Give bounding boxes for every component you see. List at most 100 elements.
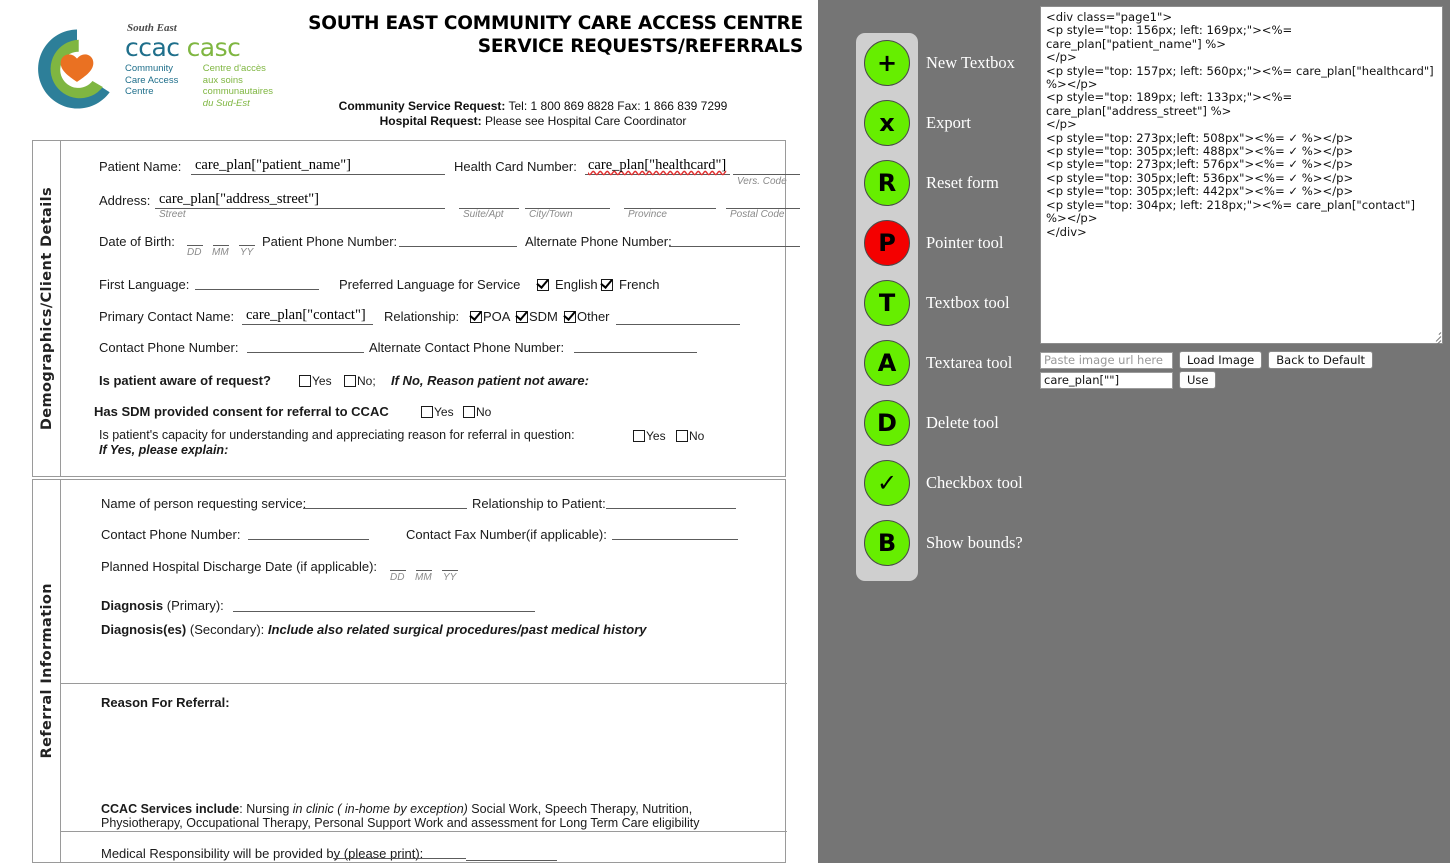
aware-yes-label: Yes [312,374,332,388]
poa-label: POA [483,309,511,324]
dob-yy-hint: YY [240,247,254,258]
logo-fr-line2: aux soins [202,74,243,86]
sdm-consent-no-checkbox[interactable] [463,406,475,418]
aware-yes-checkbox[interactable] [299,375,311,387]
back-to-default-button[interactable]: Back to Default [1268,351,1374,369]
export-x-icon[interactable]: x [864,100,910,146]
tool-label-pointer-tool: Pointer tool [926,233,1004,252]
ccac-services-italic: in clinic ( in-home by exception) [292,802,468,816]
other-label: Other [577,309,610,324]
load-image-button[interactable]: Load Image [1179,351,1263,369]
document-contact-info: Community Service Request: Tel: 1 800 86… [283,99,783,129]
logo-fr-line1: Centre d'accès [202,63,266,74]
address-value[interactable]: care_plan["address_street"] [159,191,319,208]
discharge-mm-rule [416,570,432,571]
suite-hint: Suite/Apt [463,209,504,220]
patient-name-value[interactable]: care_plan["patient_name"] [195,157,351,174]
ccac-services-rest1: : Nursing [239,802,293,816]
referral-contact-phone-label: Contact Phone Number: [101,527,241,542]
diagnosis-secondary-italic: Include also related surgical procedures… [267,622,647,637]
ccac-services-line2: Physiotherapy, Occupational Therapy, Per… [101,816,700,830]
delete-d-icon[interactable]: D [864,400,910,446]
demographics-side-label: Demographics/Client Details [33,141,61,476]
logo-en-line2: Care Access [125,74,179,86]
tool-row-delete-tool: D Delete tool [856,400,1046,446]
contact-fax-rule [612,539,738,540]
contact-fax-label: Contact Fax Number(if applicable): [406,527,607,542]
reset-r-icon[interactable]: R [864,160,910,206]
capacity-no-checkbox[interactable] [676,430,688,442]
tool-label-reset-form: Reset form [926,173,999,192]
logo-en-line3: Centre [125,86,154,97]
medical-responsibility-rule-2 [466,860,557,861]
french-checkbox[interactable] [601,279,613,291]
health-card-value[interactable]: care_plan["healthcard"] [588,157,726,174]
reason-for-referral-label: Reason For Referral: [101,695,230,710]
aware-ifno-label: If No, Reason patient not aware: [391,373,589,388]
other-checkbox[interactable] [564,311,576,323]
document-header: South East ccac casc Community Care Acce… [0,0,818,140]
form-document-page[interactable]: South East ccac casc Community Care Acce… [0,0,818,863]
tool-label-show-bounds: Show bounds? [926,533,1023,552]
sdm-consent-yes-label: Yes [434,405,454,419]
generated-code-textarea[interactable] [1040,6,1443,344]
dob-label: Date of Birth: [99,234,175,249]
preferred-language-label: Preferred Language for Service [339,277,521,292]
alt-phone-label: Alternate Phone Number: [525,234,672,249]
discharge-yy-hint: YY [443,572,457,583]
demographics-section: Demographics/Client Details Patient Name… [32,140,800,477]
textarea-a-icon[interactable]: A [864,340,910,386]
tool-label-export: Export [926,113,971,132]
referral-body: Name of person requesting service: Relat… [61,480,787,862]
referral-divider-2 [61,831,787,832]
poa-checkbox[interactable] [470,311,482,323]
primary-contact-value[interactable]: care_plan["contact"] [246,307,366,324]
binding-controls: Use [1040,371,1217,389]
primary-contact-label: Primary Contact Name: [99,309,235,324]
sdm-consent-yes-checkbox[interactable] [421,406,433,418]
discharge-dd-rule [390,570,406,571]
diagnosis-primary-rest: (Primary): [163,598,224,613]
tool-row-checkbox-tool: ✓ Checkbox tool [856,460,1046,506]
bounds-b-icon[interactable]: B [864,520,910,566]
textbox-t-icon[interactable]: T [864,280,910,326]
plus-icon[interactable]: + [864,40,910,86]
diagnosis-secondary-rest: (Secondary): [186,622,265,637]
logo-en-line1: Community [125,63,174,74]
demographics-side-label-text: Demographics/Client Details [38,186,55,431]
health-card-label: Health Card Number: [454,159,577,174]
capacity-yes-checkbox[interactable] [633,430,645,442]
referral-section: Referral Information Name of person requ… [32,479,787,863]
tool-label-delete-tool: Delete tool [926,413,999,432]
ccac-services-line1: CCAC Services include: Nursing in clinic… [101,802,692,817]
image-url-input[interactable] [1040,351,1173,369]
diagnosis-primary-bold: Diagnosis [101,598,164,613]
contact-phone-rule [247,352,364,353]
relationship-label: Relationship: [384,309,460,324]
patient-phone-rule [399,246,517,247]
aware-no-checkbox[interactable] [344,375,356,387]
checkmark-icon[interactable]: ✓ [864,460,910,506]
dob-mm-hint: MM [212,247,229,258]
community-request-value: Tel: 1 800 869 8828 Fax: 1 866 839 7299 [508,99,728,113]
sdm-checkbox[interactable] [516,311,528,323]
logo-fr-line4: du Sud-Est [202,97,250,109]
primary-contact-rule [242,324,373,325]
binding-expression-input[interactable] [1040,371,1173,389]
tool-row-export: x Export [856,100,1046,146]
postal-hint: Postal Code [730,209,785,220]
tool-label-textarea-tool: Textarea tool [926,353,1013,372]
referral-divider-1 [61,683,787,684]
english-checkbox[interactable] [537,279,549,291]
tool-row-new-textbox: + New Textbox [856,40,1046,86]
first-language-label: First Language: [99,277,190,292]
use-button[interactable]: Use [1179,371,1217,389]
aware-no-label: No; [357,374,376,388]
alt-contact-phone-rule [574,352,697,353]
address-label: Address: [99,193,151,208]
demographics-body: Patient Name: care_plan["patient_name"] … [61,141,800,476]
dob-yy-rule [239,245,255,246]
pointer-p-icon[interactable]: P [864,220,910,266]
referral-contact-phone-rule [248,539,369,540]
aware-label: Is patient aware of request? [99,373,271,388]
